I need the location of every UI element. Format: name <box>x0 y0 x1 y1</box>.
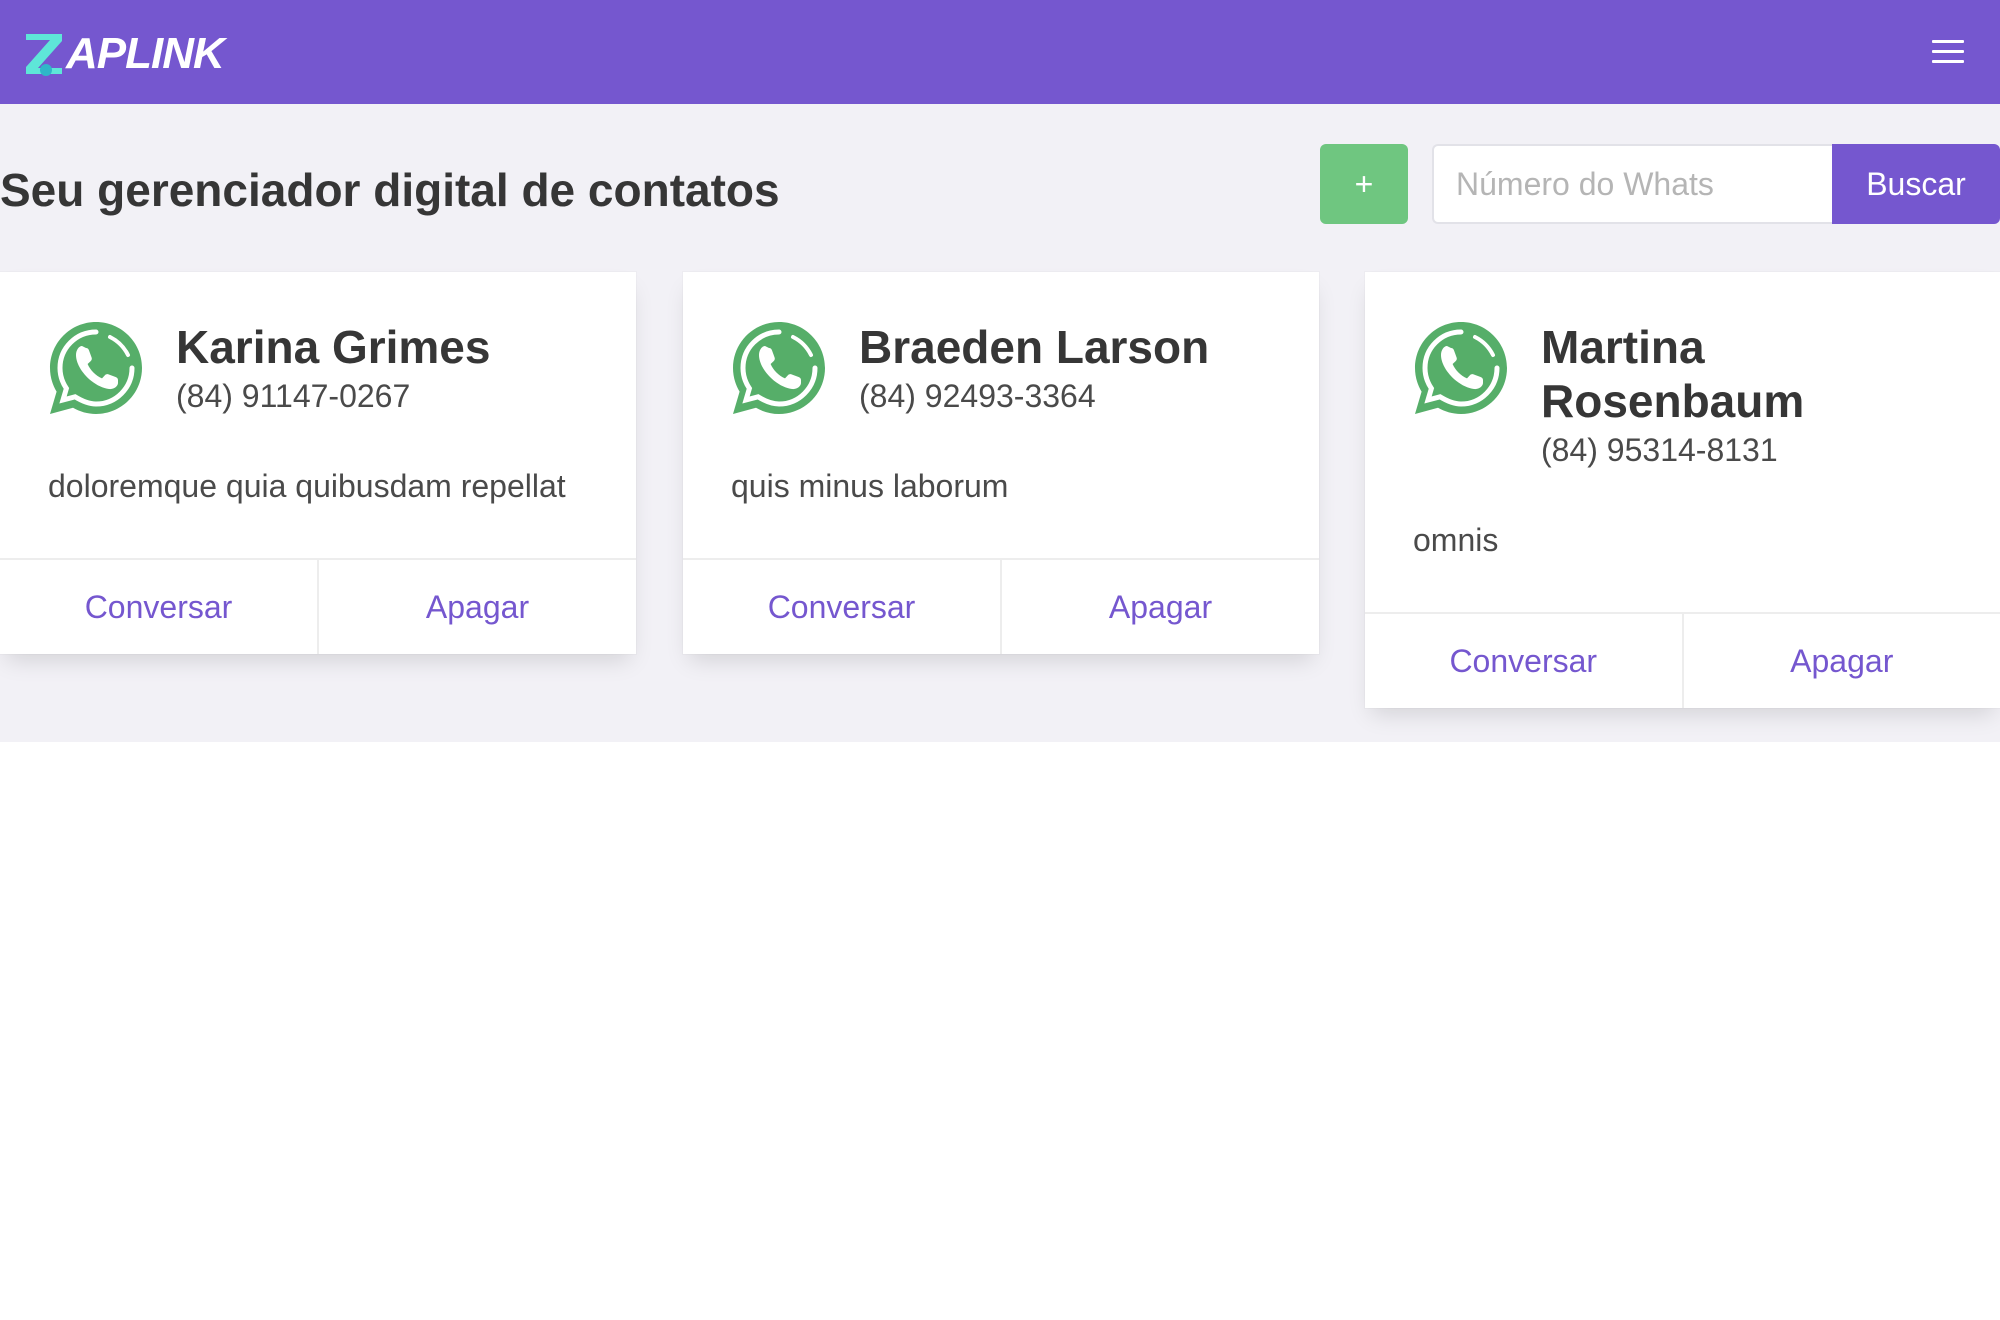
zaplink-logo[interactable]: APLINK <box>22 26 225 78</box>
whatsapp-icon <box>733 322 825 414</box>
whatsapp-icon <box>50 322 142 414</box>
page-title: Seu gerenciador digital de contatos <box>0 164 780 216</box>
contact-name: Braeden Larson <box>859 321 1210 373</box>
contact-name: Karina Grimes <box>176 321 491 373</box>
chat-button[interactable]: Conversar <box>1365 614 1682 708</box>
delete-button[interactable]: Apagar <box>1681 614 2000 708</box>
contact-phone: (84) 95314-8131 <box>1541 432 1778 468</box>
logo-text: APLINK <box>66 29 225 78</box>
burger-line <box>1932 40 1964 43</box>
contact-card: Braeden Larson (84) 92493-3364 quis minu… <box>683 272 1319 654</box>
contact-description: omnis <box>1413 522 1499 558</box>
card-content: Martina Rosenbaum (84) 95314-8131 omnis <box>1365 272 2000 612</box>
main-section: Seu gerenciador digital de contatos + Bu… <box>0 104 2000 742</box>
card-content: Karina Grimes (84) 91147-0267 doloremque… <box>0 272 636 558</box>
card-footer: Conversar Apagar <box>1365 612 2000 708</box>
logo-z-mark <box>22 30 68 78</box>
whatsapp-number-input[interactable] <box>1432 144 1832 224</box>
navbar: APLINK <box>0 0 2000 104</box>
add-contact-button[interactable]: + <box>1320 144 1408 224</box>
contact-name: Martina Rosenbaum <box>1541 321 1805 427</box>
search-bar: Buscar <box>1432 144 2000 224</box>
card-content: Braeden Larson (84) 92493-3364 quis minu… <box>683 272 1319 558</box>
card-footer: Conversar Apagar <box>0 558 636 654</box>
hamburger-menu-icon[interactable] <box>1932 38 1964 64</box>
contact-phone: (84) 92493-3364 <box>859 378 1096 414</box>
burger-line <box>1932 50 1964 53</box>
delete-button[interactable]: Apagar <box>1000 560 1319 654</box>
whatsapp-icon <box>1415 322 1507 414</box>
contact-description: doloremque quia quibusdam repellat <box>48 468 566 504</box>
contact-description: quis minus laborum <box>731 468 1009 504</box>
search-button[interactable]: Buscar <box>1832 144 2000 224</box>
burger-line <box>1932 60 1964 63</box>
contact-phone: (84) 91147-0267 <box>176 378 411 414</box>
delete-button[interactable]: Apagar <box>317 560 636 654</box>
card-footer: Conversar Apagar <box>683 558 1319 654</box>
chat-button[interactable]: Conversar <box>683 560 1000 654</box>
contact-card: Martina Rosenbaum (84) 95314-8131 omnis … <box>1365 272 2000 708</box>
contact-card: Karina Grimes (84) 91147-0267 doloremque… <box>0 272 636 654</box>
chat-button[interactable]: Conversar <box>0 560 317 654</box>
